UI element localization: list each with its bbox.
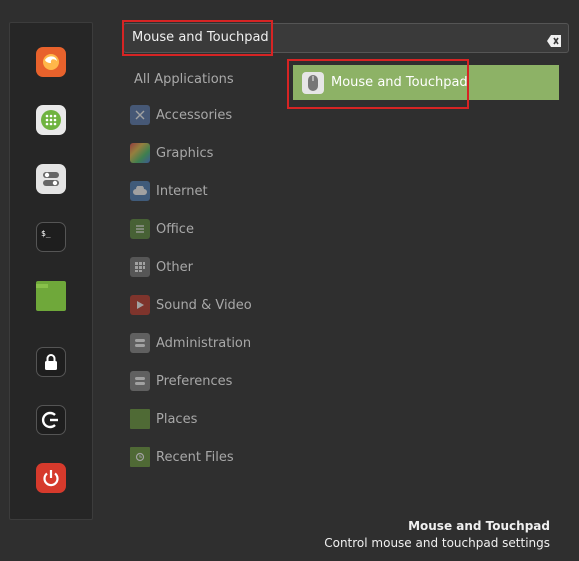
category-internet[interactable]: Internet xyxy=(130,181,208,201)
category-label: Places xyxy=(156,411,198,427)
search-input[interactable]: Mouse and Touchpad xyxy=(123,23,569,53)
spreadsheet-icon xyxy=(130,219,150,239)
category-administration[interactable]: Administration xyxy=(130,333,251,353)
category-label: Office xyxy=(156,221,194,237)
search-input-value: Mouse and Touchpad xyxy=(132,30,269,45)
clear-search-icon[interactable] xyxy=(547,32,561,51)
category-sound-video[interactable]: Sound & Video xyxy=(130,295,252,315)
grid-icon xyxy=(130,257,150,277)
category-places[interactable]: Places xyxy=(130,409,197,429)
lock-screen-icon[interactable] xyxy=(36,347,66,377)
favorites-panel: $_ xyxy=(9,22,93,520)
terminal-icon[interactable]: $_ xyxy=(36,222,66,252)
play-icon xyxy=(130,295,150,315)
category-label: Sound & Video xyxy=(156,297,252,313)
cloud-icon xyxy=(130,181,150,201)
software-manager-icon[interactable] xyxy=(36,105,66,135)
settings-icon[interactable] xyxy=(36,164,66,194)
category-graphics[interactable]: Graphics xyxy=(130,143,213,163)
mouse-icon xyxy=(302,71,324,94)
svg-text:$_: $_ xyxy=(41,229,51,238)
category-office[interactable]: Office xyxy=(130,219,194,239)
recent-folder-icon xyxy=(130,447,150,467)
category-label: Administration xyxy=(156,335,252,351)
result-label: Mouse and Touchpad xyxy=(331,75,468,90)
category-label: Graphics xyxy=(156,145,214,161)
category-label: Other xyxy=(156,259,193,275)
result-mouse-and-touchpad[interactable]: Mouse and Touchpad xyxy=(293,65,559,100)
category-label: Accessories xyxy=(156,107,233,123)
category-label: Preferences xyxy=(156,373,233,389)
logout-icon[interactable] xyxy=(36,405,66,435)
category-preferences[interactable]: Preferences xyxy=(130,371,232,391)
category-all-applications[interactable]: All Applications xyxy=(134,72,234,87)
folder-icon xyxy=(130,409,150,429)
category-recent-files[interactable]: Recent Files xyxy=(130,447,234,467)
category-label: Recent Files xyxy=(156,449,234,465)
scissors-icon xyxy=(130,105,150,125)
category-accessories[interactable]: Accessories xyxy=(130,105,232,125)
shutdown-icon[interactable] xyxy=(36,463,66,493)
sliders-icon xyxy=(130,371,150,391)
category-label: Internet xyxy=(156,183,208,199)
palette-icon xyxy=(130,143,150,163)
files-icon[interactable] xyxy=(36,281,66,311)
description-subtitle: Control mouse and touchpad settings xyxy=(324,536,550,550)
firefox-icon[interactable] xyxy=(36,47,66,77)
description-title: Mouse and Touchpad xyxy=(408,519,550,533)
category-other[interactable]: Other xyxy=(130,257,193,277)
toggle-icon xyxy=(130,333,150,353)
